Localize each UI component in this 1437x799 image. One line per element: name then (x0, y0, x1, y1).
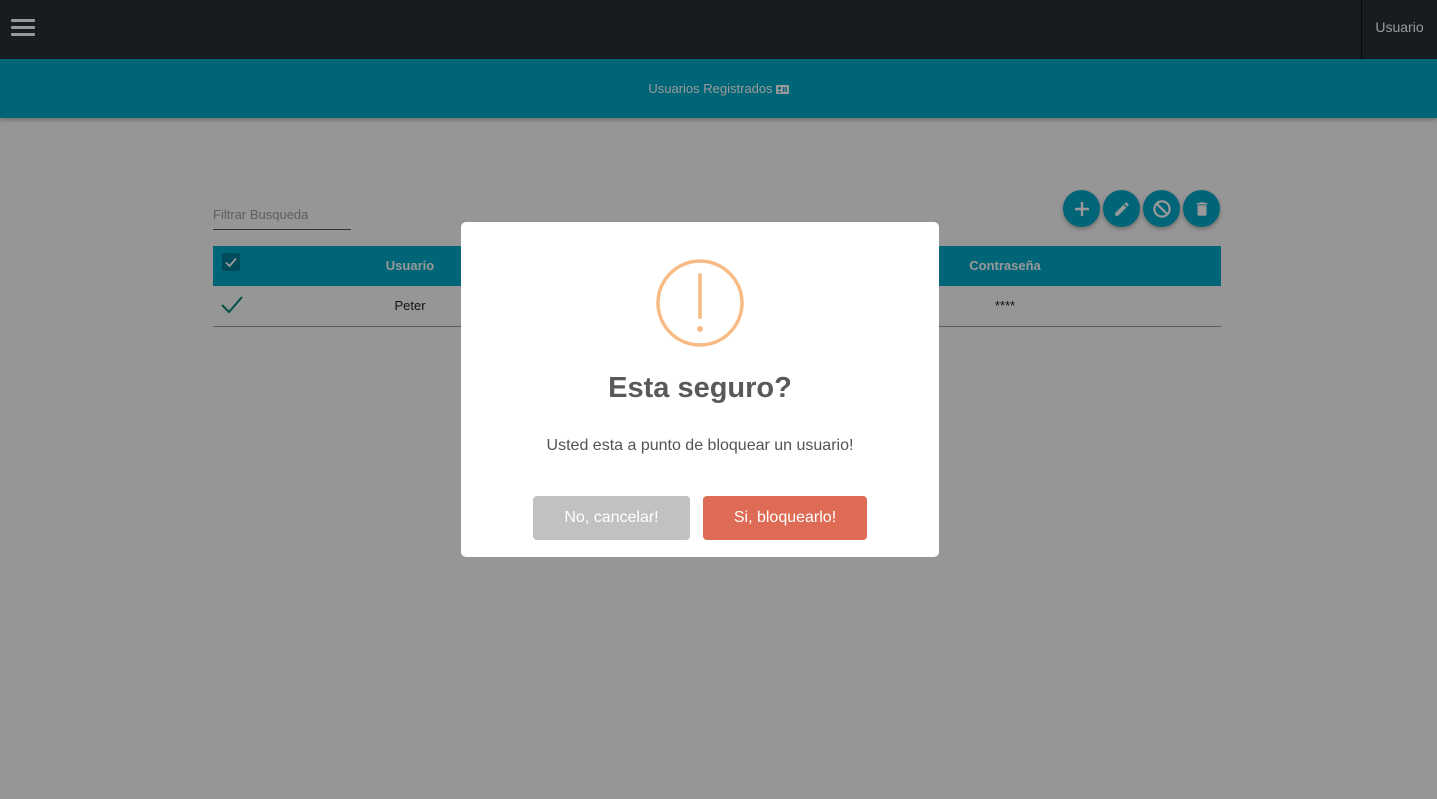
warning-icon (656, 259, 744, 347)
dialog-message: Usted esta a punto de bloquear un usuari… (546, 437, 854, 454)
cancel-button[interactable]: No, cancelar! (533, 496, 690, 540)
confirm-block-button[interactable]: Si, bloquearlo! (703, 496, 867, 540)
confirm-dialog: Esta seguro? Usted esta a punto de bloqu… (461, 222, 939, 557)
dialog-title: Esta seguro? (608, 372, 792, 404)
